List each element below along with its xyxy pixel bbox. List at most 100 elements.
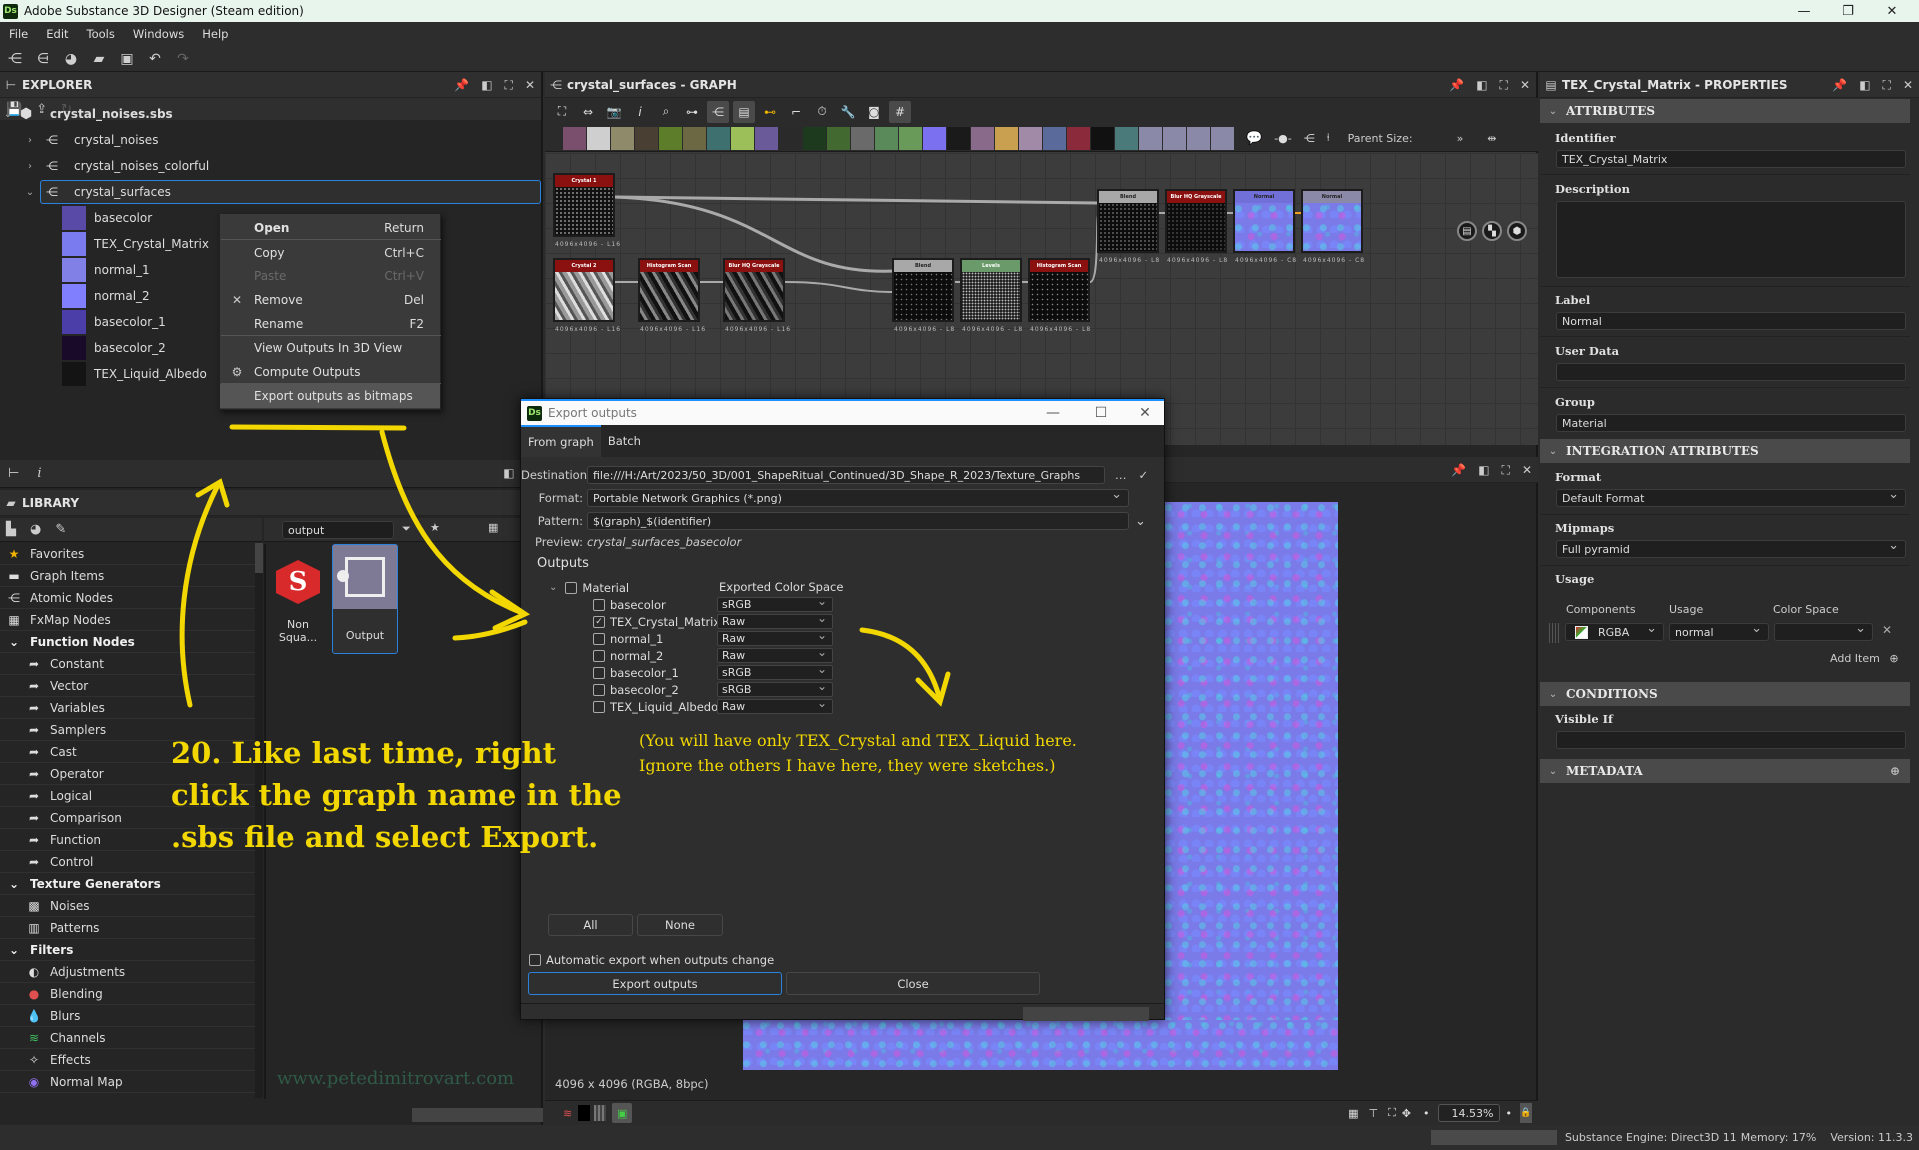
node-palette-button[interactable] — [1163, 126, 1186, 150]
maximize-panel-icon[interactable]: ⛶ — [1883, 78, 1891, 93]
library-result-item[interactable]: S Non Squa... — [270, 552, 330, 644]
chevron-right-icon[interactable]: › — [22, 161, 38, 172]
close-button[interactable]: Close — [786, 972, 1040, 995]
document-icon[interactable]: ▤ — [1457, 221, 1477, 241]
filter-icon[interactable]: ⏷ — [402, 522, 411, 536]
node-palette-button[interactable] — [827, 126, 850, 150]
context-menu-item[interactable]: Copy Ctrl+C — [220, 241, 440, 265]
export-output-row[interactable]: basecolor_2 — [593, 681, 679, 698]
output-checkbox[interactable] — [593, 683, 605, 696]
node-palette-button[interactable] — [1091, 126, 1114, 150]
color-space-dropdown[interactable]: Raw — [717, 645, 833, 663]
mipmaps-dropdown[interactable]: Full pyramid — [1556, 538, 1906, 558]
color-space-dropdown[interactable]: Raw — [717, 611, 833, 629]
graph-node[interactable]: Blur HQ Grayscale 4096x4096 - L8 — [1165, 189, 1227, 264]
node-palette-button[interactable] — [875, 126, 898, 150]
export-output-row[interactable]: basecolor — [593, 596, 666, 613]
node-palette-button[interactable] — [635, 126, 658, 150]
graph-ref-icon[interactable]: ⋲ — [1304, 132, 1315, 145]
frame-all-icon[interactable]: ⛶ — [551, 101, 573, 123]
maximize-panel-icon[interactable]: ⛶ — [505, 78, 513, 93]
color-space-dropdown[interactable]: Raw — [717, 696, 833, 714]
usage-dropdown[interactable]: normal — [1669, 621, 1769, 641]
graph-node[interactable]: Crystal 2 4096x4096 - L16 — [553, 258, 620, 333]
export-output-row[interactable]: normal_2 — [593, 647, 663, 664]
link-icon[interactable]: ⊷ — [759, 101, 781, 123]
node-palette-button[interactable] — [1067, 126, 1090, 150]
graph-row[interactable]: › ⋲ crystal_noises — [0, 127, 543, 153]
screenshot-icon[interactable]: 📷 — [603, 101, 625, 123]
library-item[interactable]: ▥ Patterns — [0, 917, 255, 939]
graph-node[interactable]: Histogram Scan 4096x4096 - L16 — [638, 258, 705, 333]
maximize-panel-icon[interactable]: ⛶ — [1502, 463, 1510, 478]
dialog-scrollbar[interactable] — [1023, 1007, 1149, 1021]
close-window-button[interactable]: ✕ — [1872, 0, 1912, 22]
paste-icon[interactable]: ▣ — [118, 51, 136, 67]
check-icon[interactable]: ✓ — [1139, 468, 1149, 482]
color-space-dropdown[interactable]: sRGB — [717, 679, 833, 697]
node-palette-button[interactable] — [995, 126, 1018, 150]
lock-icon[interactable]: 🔒 — [1520, 1103, 1532, 1123]
library-item[interactable]: ▬ Graph Items — [0, 565, 255, 587]
graph-node[interactable]: Blend 4096x4096 - L8 — [892, 258, 954, 333]
node-palette-button[interactable] — [1211, 126, 1234, 150]
library-item[interactable]: ▩ Noises — [0, 895, 255, 917]
node-palette-button[interactable] — [1115, 126, 1138, 150]
tab-from-graph[interactable]: From graph — [521, 425, 601, 457]
graph-row[interactable]: › ⋲ crystal_noises_colorful — [0, 153, 543, 179]
horizontal-scrollbar[interactable] — [412, 1108, 543, 1122]
node-palette-button[interactable] — [683, 126, 706, 150]
black-bg-icon[interactable] — [578, 1105, 591, 1121]
chevron-down-icon[interactable]: ⌄ — [0, 109, 16, 120]
node-palette-button[interactable] — [659, 126, 682, 150]
library-item[interactable]: ➦ Constant — [0, 653, 255, 675]
export-output-row[interactable]: normal_1 — [593, 630, 663, 647]
chevron-down-icon[interactable]: ⌄ — [549, 582, 557, 593]
select-all-button[interactable]: All — [548, 914, 633, 936]
menu-help[interactable]: Help — [193, 27, 237, 41]
export-output-row[interactable]: basecolor_1 — [593, 664, 679, 681]
menu-edit[interactable]: Edit — [37, 27, 77, 41]
new-graph-icon[interactable]: ⋲ — [6, 51, 24, 67]
dialog-minimize-button[interactable]: — — [1033, 401, 1073, 425]
pin-icon[interactable]: 📌 — [1449, 78, 1464, 92]
chevron-down-icon[interactable]: ⌄ — [22, 187, 38, 198]
explorer-tab-icon[interactable]: ⊢ — [8, 466, 19, 481]
add-metadata-icon[interactable]: ⊕ — [1890, 764, 1900, 778]
context-menu-item[interactable]: View Outputs In 3D View — [220, 336, 440, 360]
format-dropdown[interactable]: Default Format — [1556, 487, 1906, 507]
minimize-button[interactable]: — — [1784, 0, 1824, 22]
library-search-input[interactable]: output — [282, 521, 394, 539]
add-item-button[interactable]: Add Item ⊕ — [1830, 652, 1899, 665]
library-item[interactable]: ⌄ Function Nodes — [0, 631, 255, 653]
export-outputs-button[interactable]: Export outputs — [528, 972, 782, 995]
connector-icon[interactable]: ⌐ — [785, 101, 807, 123]
add-folder-icon[interactable]: ▙ — [6, 522, 16, 537]
export-output-row[interactable]: ✓ TEX_Crystal_Matrix — [593, 613, 720, 630]
graph-row-selected[interactable]: ⌄ ⋲ crystal_surfaces — [0, 179, 543, 205]
node-palette-button[interactable] — [1139, 126, 1162, 150]
fit-icon[interactable]: ⛶ — [1388, 1106, 1396, 1120]
export-output-row[interactable]: TEX_Liquid_Albedo — [593, 698, 718, 715]
float-icon[interactable]: ◧ — [481, 78, 492, 92]
color-space-dropdown[interactable]: sRGB — [717, 594, 833, 612]
close-panel-icon[interactable]: ✕ — [1903, 78, 1913, 92]
conditions-section[interactable]: ⌄ CONDITIONS — [1540, 682, 1910, 706]
components-dropdown[interactable]: RGBA — [1565, 621, 1664, 641]
library-item[interactable]: ★ Favorites — [0, 543, 255, 565]
node-palette-button[interactable] — [947, 126, 970, 150]
context-menu-item[interactable]: ✕ Remove Del — [220, 288, 440, 312]
zoom-1to1-icon[interactable]: ⇔ — [577, 101, 599, 123]
material-checkbox[interactable] — [565, 581, 578, 594]
redo-icon[interactable]: ↷ — [174, 51, 192, 67]
node-palette-button[interactable] — [971, 126, 994, 150]
library-item[interactable]: ⌄ Texture Generators — [0, 873, 255, 895]
destination-field[interactable]: file:///H:/Art/2023/50_3D/001_ShapeRitua… — [587, 466, 1105, 484]
output-checkbox[interactable] — [593, 598, 605, 611]
node-palette-button[interactable] — [707, 126, 730, 150]
node-palette-button[interactable] — [611, 126, 634, 150]
pattern-field[interactable]: $(graph)_$(identifier) — [587, 512, 1129, 530]
dialog-close-button[interactable]: ✕ — [1125, 401, 1165, 425]
library-item[interactable]: ➦ Vector — [0, 675, 255, 697]
pin-icon[interactable]: 📌 — [454, 78, 469, 92]
